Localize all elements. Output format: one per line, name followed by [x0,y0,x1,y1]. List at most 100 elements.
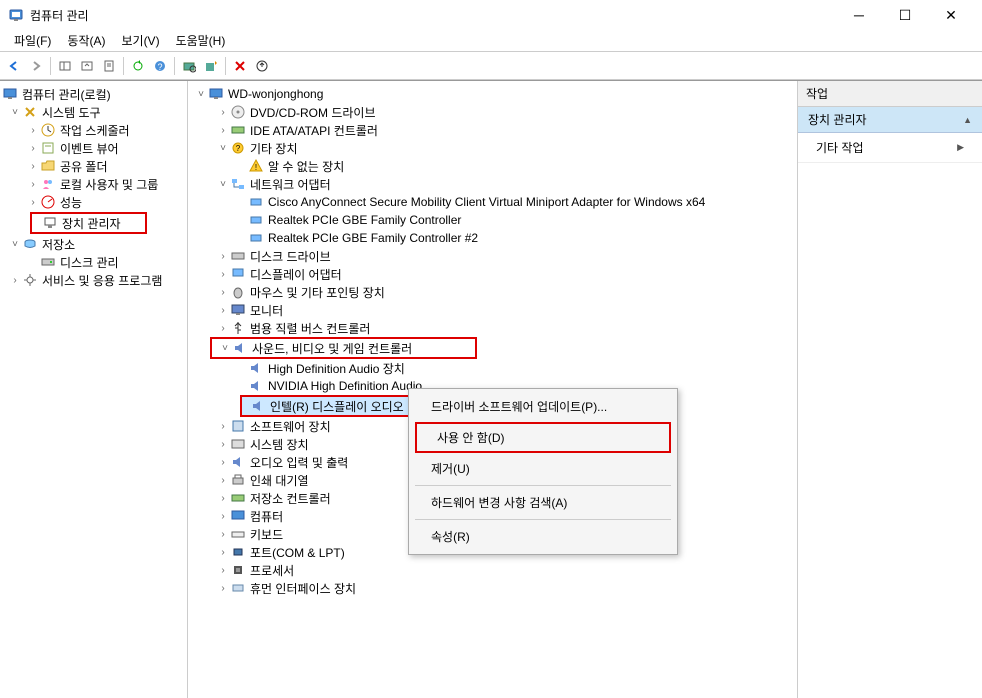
expander-icon[interactable]: › [216,249,230,263]
tree-label: 장치 관리자 [62,215,121,232]
expander-icon[interactable]: › [26,141,40,155]
expander-icon[interactable]: ˅ [218,341,232,355]
ctx-properties[interactable]: 속성(R) [411,523,675,550]
device-realtek2[interactable]: Realtek PCIe GBE Family Controller #2 [188,229,797,247]
tree-event-viewer[interactable]: › 이벤트 뷰어 [0,139,187,157]
menu-action[interactable]: 동작(A) [59,30,113,51]
expander-icon[interactable]: › [216,303,230,317]
expander-icon[interactable]: ˅ [216,177,230,191]
expander-icon[interactable]: › [216,267,230,281]
device-cisco[interactable]: Cisco AnyConnect Secure Mobility Client … [188,193,797,211]
close-button[interactable]: ✕ [928,0,974,30]
collapse-icon[interactable]: ▲ [963,115,972,125]
ctx-scan-hw[interactable]: 하드웨어 변경 사항 검색(A) [411,489,675,516]
device-processors[interactable]: ›프로세서 [188,561,797,579]
expander-icon[interactable]: › [216,455,230,469]
tree-device-manager[interactable]: 장치 관리자 [32,214,145,232]
expander-icon[interactable]: › [216,509,230,523]
device-hd-audio[interactable]: High Definition Audio 장치 [188,359,797,377]
menu-file[interactable]: 파일(F) [6,30,59,51]
expander-icon[interactable]: › [216,321,230,335]
hid-icon [230,580,246,596]
tree-label: 사운드, 비디오 및 게임 컨트롤러 [252,340,412,357]
tree-local-users[interactable]: › 로컬 사용자 및 그룹 [0,175,187,193]
device-dvd[interactable]: ›DVD/CD-ROM 드라이브 [188,103,797,121]
device-mice[interactable]: ›마우스 및 기타 포인팅 장치 [188,283,797,301]
back-button[interactable] [4,56,24,76]
help-button[interactable]: ? [150,56,170,76]
tree-root[interactable]: 컴퓨터 관리(로컬) [0,85,187,103]
maximize-button[interactable]: ☐ [882,0,928,30]
tree-system-tools[interactable]: ˅ 시스템 도구 [0,103,187,121]
tree-label: 디스플레이 어댑터 [250,266,342,283]
display-icon [230,266,246,282]
expander-icon[interactable]: › [216,527,230,541]
expander-icon[interactable]: › [26,123,40,137]
device-disk-drives[interactable]: ›디스크 드라이브 [188,247,797,265]
device-monitors[interactable]: ›모니터 [188,301,797,319]
actions-item-more[interactable]: 기타 작업 ▶ [798,133,982,163]
left-tree[interactable]: 컴퓨터 관리(로컬) ˅ 시스템 도구 › 작업 스케줄러 › 이벤트 뷰어 ›… [0,81,188,698]
uninstall-button[interactable] [252,56,272,76]
tree-label: 공유 폴더 [60,158,108,175]
expander-icon[interactable]: › [26,159,40,173]
actions-section[interactable]: 장치 관리자 ▲ [798,107,982,133]
network-icon [230,176,246,192]
disable-button[interactable] [230,56,250,76]
ctx-update-driver[interactable]: 드라이버 소프트웨어 업데이트(P)... [411,393,675,420]
expander-icon[interactable]: › [216,563,230,577]
expander-icon[interactable]: ˅ [216,141,230,155]
expander-icon[interactable]: ˅ [8,105,22,119]
device-realtek1[interactable]: Realtek PCIe GBE Family Controller [188,211,797,229]
expander-icon[interactable]: › [216,437,230,451]
properties-button[interactable] [99,56,119,76]
device-root[interactable]: ˅ WD-wonjonghong [188,85,797,103]
device-tree[interactable]: ˅ WD-wonjonghong ›DVD/CD-ROM 드라이브 ›IDE A… [188,81,798,698]
minimize-button[interactable]: ─ [836,0,882,30]
device-hid[interactable]: ›휴먼 인터페이스 장치 [188,579,797,597]
expander-icon[interactable]: › [216,105,230,119]
device-display[interactable]: › 디스플레이 어댑터 [188,265,797,283]
tree-performance[interactable]: › 성능 [0,193,187,211]
expander-icon[interactable]: ˅ [194,87,208,101]
expander-icon[interactable]: › [216,491,230,505]
cpu-icon [230,562,246,578]
tree-services-apps[interactable]: › 서비스 및 응용 프로그램 [0,271,187,289]
forward-button[interactable] [26,56,46,76]
tree-disk-mgmt[interactable]: 디스크 관리 [0,253,187,271]
tree-shared-folders[interactable]: › 공유 폴더 [0,157,187,175]
device-sound[interactable]: ˅ 사운드, 비디오 및 게임 컨트롤러 [212,339,475,357]
expander-icon[interactable]: › [216,473,230,487]
expander-icon[interactable]: › [216,285,230,299]
refresh-button[interactable] [128,56,148,76]
port-icon [230,544,246,560]
tree-label: 저장소 [42,236,75,253]
toolbar: ? [0,52,982,80]
export-button[interactable] [77,56,97,76]
expander-icon[interactable]: › [8,273,22,287]
device-usb[interactable]: ›범용 직렬 버스 컨트롤러 [188,319,797,337]
expander-icon[interactable]: › [26,195,40,209]
expander-icon[interactable]: › [216,123,230,137]
show-hide-button[interactable] [55,56,75,76]
device-unknown[interactable]: !알 수 없는 장치 [188,157,797,175]
expander-icon[interactable]: › [216,419,230,433]
ctx-uninstall[interactable]: 제거(U) [411,455,675,482]
menu-help[interactable]: 도움말(H) [168,30,234,51]
expander-icon[interactable]: › [216,581,230,595]
tree-scheduler[interactable]: › 작업 스케줄러 [0,121,187,139]
expander-icon[interactable]: › [26,177,40,191]
menu-view[interactable]: 보기(V) [113,30,167,51]
expander-icon[interactable]: ˅ [8,237,22,251]
update-driver-button[interactable] [201,56,221,76]
tree-label: 인쇄 대기열 [250,472,309,489]
tree-storage[interactable]: ˅ 저장소 [0,235,187,253]
clock-icon [40,122,56,138]
device-network[interactable]: ˅네트워크 어댑터 [188,175,797,193]
device-ide[interactable]: ›IDE ATA/ATAPI 컨트롤러 [188,121,797,139]
tools-icon [22,104,38,120]
expander-icon[interactable]: › [216,545,230,559]
scan-hw-button[interactable] [179,56,199,76]
ctx-disable[interactable]: 사용 안 함(D) [417,424,669,451]
device-other[interactable]: ˅?기타 장치 [188,139,797,157]
